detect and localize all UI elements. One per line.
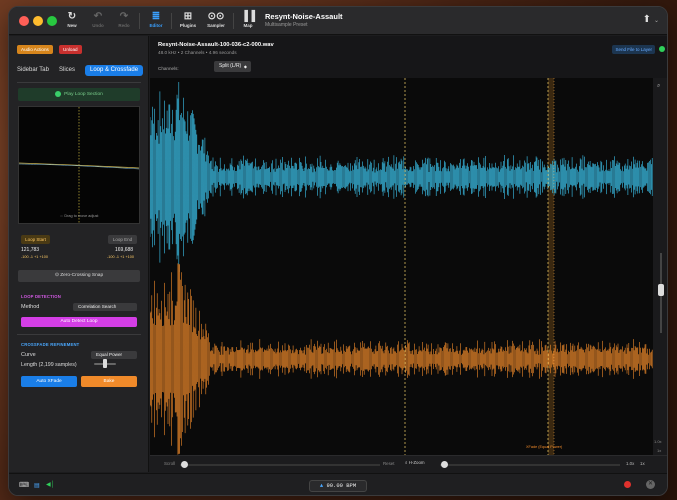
- tab-slices[interactable]: Slices: [59, 65, 75, 76]
- play-loop-button[interactable]: Play Loop Section: [18, 88, 140, 101]
- share-icon[interactable]: ⬆: [643, 14, 651, 25]
- toolbar-divider: [233, 13, 234, 29]
- chevron-updown-icon: ◆: [243, 64, 247, 69]
- unload-button[interactable]: Unload: [59, 45, 82, 54]
- loop-end-value: 169,688: [115, 247, 134, 253]
- keyboard-icon[interactable]: ⌨: [19, 481, 29, 489]
- waveform-path: [149, 263, 653, 455]
- zoom-window-button[interactable]: [47, 16, 57, 26]
- xfade-region: [548, 78, 554, 455]
- zero-crossing-snap-button[interactable]: ⊙ Zero-Crossing Snap: [18, 270, 140, 282]
- loop-start-nudge[interactable]: -100 -1 +1 +100: [21, 255, 48, 259]
- channels-select[interactable]: Split (L/R) ◆: [214, 61, 251, 72]
- loop-end-nudge[interactable]: -100 -1 +1 +100: [107, 255, 134, 259]
- divider: [17, 334, 141, 335]
- bpm-display[interactable]: ▲ 90.00 BPM: [309, 480, 367, 492]
- zoom-icon[interactable]: ⌕: [657, 83, 660, 90]
- audio-actions-button[interactable]: Audio Actions: [17, 45, 53, 54]
- tab-loop-crossfade[interactable]: Loop & Crossfade: [85, 65, 144, 76]
- editor-icon: ≣: [151, 11, 161, 22]
- app-subtitle: Multisample Preset: [265, 22, 308, 28]
- close-window-button[interactable]: [19, 16, 29, 26]
- plugins-button[interactable]: ⊞ Plugins: [175, 10, 201, 32]
- length-label: Length (2,199 samples): [21, 362, 77, 368]
- play-icon: [55, 90, 62, 97]
- hzoom-reset[interactable]: 1x: [640, 461, 645, 466]
- close-icon[interactable]: ✕: [646, 480, 655, 489]
- waveform-area[interactable]: XFade (Equal Power): [149, 78, 653, 455]
- send-file-to-layer-button[interactable]: Send File to Layer: [612, 45, 655, 54]
- waveform-editor: Resynt-Noise-Assault-100-036-c2-000.wav …: [149, 36, 667, 472]
- new-button[interactable]: ↻ New: [59, 10, 85, 32]
- record-icon[interactable]: [624, 481, 631, 488]
- new-icon: ↻: [67, 11, 77, 22]
- method-label: Method: [21, 304, 40, 310]
- vertical-zoom-strip: ⌕ 1.0x 1x: [653, 78, 667, 455]
- chevron-down-icon[interactable]: ⌄: [654, 17, 659, 24]
- curve-label: Curve: [21, 352, 36, 358]
- sampler-icon: ⊙⊙: [207, 11, 225, 22]
- scroll-knob[interactable]: [181, 461, 188, 468]
- xfade-label: XFade (Equal Power): [526, 445, 563, 449]
- redo-button[interactable]: ↷ Redo: [111, 10, 137, 32]
- preview-hint: ⇔ Drag to move adjust: [59, 214, 99, 218]
- bake-button[interactable]: Bake: [81, 376, 137, 387]
- file-info: 48.0 kHz • 2 Channels • 4.96 seconds: [158, 50, 237, 55]
- loop-preview-graph: [18, 107, 140, 223]
- vzoom-knob[interactable]: [658, 284, 664, 296]
- app-window: ↻ New ↶ Undo ↷ Redo ≣ Editor ⊞ Plugins ⊙…: [8, 6, 668, 496]
- hzoom-track[interactable]: [440, 464, 620, 466]
- waveform-path: [149, 82, 653, 272]
- toolbar-divider: [139, 13, 140, 29]
- waveform-right-channel: [149, 263, 653, 455]
- reset-button[interactable]: Reset: [383, 461, 394, 466]
- undo-button[interactable]: ↶ Undo: [85, 10, 111, 32]
- divider: [17, 82, 141, 83]
- loop-detection-header: LOOP DETECTION: [21, 294, 61, 299]
- midi-icon[interactable]: ◀│: [46, 481, 54, 488]
- scroll-track[interactable]: [180, 464, 380, 466]
- auto-detect-loop-button[interactable]: Auto Detect Loop: [21, 317, 137, 327]
- channels-label: Channels:: [158, 66, 179, 71]
- scroll-label: Scroll: [164, 461, 175, 466]
- tab-sidebar[interactable]: Sidebar Tab: [17, 65, 49, 76]
- loop-end-label[interactable]: Loop End: [108, 235, 137, 244]
- toolbar-divider: [171, 13, 172, 29]
- auto-xfade-button[interactable]: Auto XFade: [21, 376, 77, 387]
- minimize-window-button[interactable]: [33, 16, 43, 26]
- sidebar: Audio Actions Unload Sidebar Tab Slices …: [9, 36, 149, 472]
- piano-icon[interactable]: ▤: [34, 482, 40, 489]
- status-dot: [659, 46, 665, 52]
- app-title: Resynt-Noise-Assault: [265, 12, 343, 21]
- hzoom-label: ⌕ H-Zoom: [405, 460, 425, 465]
- curve-select[interactable]: Equal Power: [91, 351, 137, 359]
- redo-icon: ↷: [119, 11, 129, 22]
- length-slider-knob[interactable]: [103, 359, 107, 368]
- crossfade-header: CROSSFADE REFINEMENT: [21, 342, 80, 347]
- loop-preview[interactable]: ⇔ Drag to move adjust: [18, 106, 140, 224]
- title-bar: ↻ New ↶ Undo ↷ Redo ≣ Editor ⊞ Plugins ⊙…: [9, 7, 667, 35]
- waveform-svg: [149, 78, 653, 455]
- loop-start-label[interactable]: Loop Start: [21, 235, 50, 244]
- plugins-icon: ⊞: [183, 11, 193, 22]
- loop-start-value: 121,783: [21, 247, 40, 253]
- vzoom-reset[interactable]: 1x: [657, 448, 661, 453]
- scroll-bar: Scroll Reset ⌕ H-Zoom 1.0x 1x: [150, 455, 667, 472]
- map-icon: ▐▐: [240, 11, 256, 22]
- editor-button[interactable]: ≣ Editor: [143, 10, 169, 32]
- waveform-left-channel: [149, 82, 653, 272]
- hzoom-value: 1.0x: [626, 461, 635, 466]
- method-select[interactable]: Correlation Search: [73, 303, 137, 311]
- undo-icon: ↶: [93, 11, 103, 22]
- hzoom-knob[interactable]: [441, 461, 448, 468]
- vzoom-value: 1.0x: [654, 439, 662, 444]
- map-button[interactable]: ▐▐ Map: [235, 10, 261, 32]
- sampler-button[interactable]: ⊙⊙ Sampler: [203, 10, 229, 32]
- status-bar: ⌨ ▤ ◀│ ▲ 90.00 BPM ✕: [9, 473, 667, 495]
- file-name: Resynt-Noise-Assault-100-036-c2-000.wav: [158, 42, 274, 48]
